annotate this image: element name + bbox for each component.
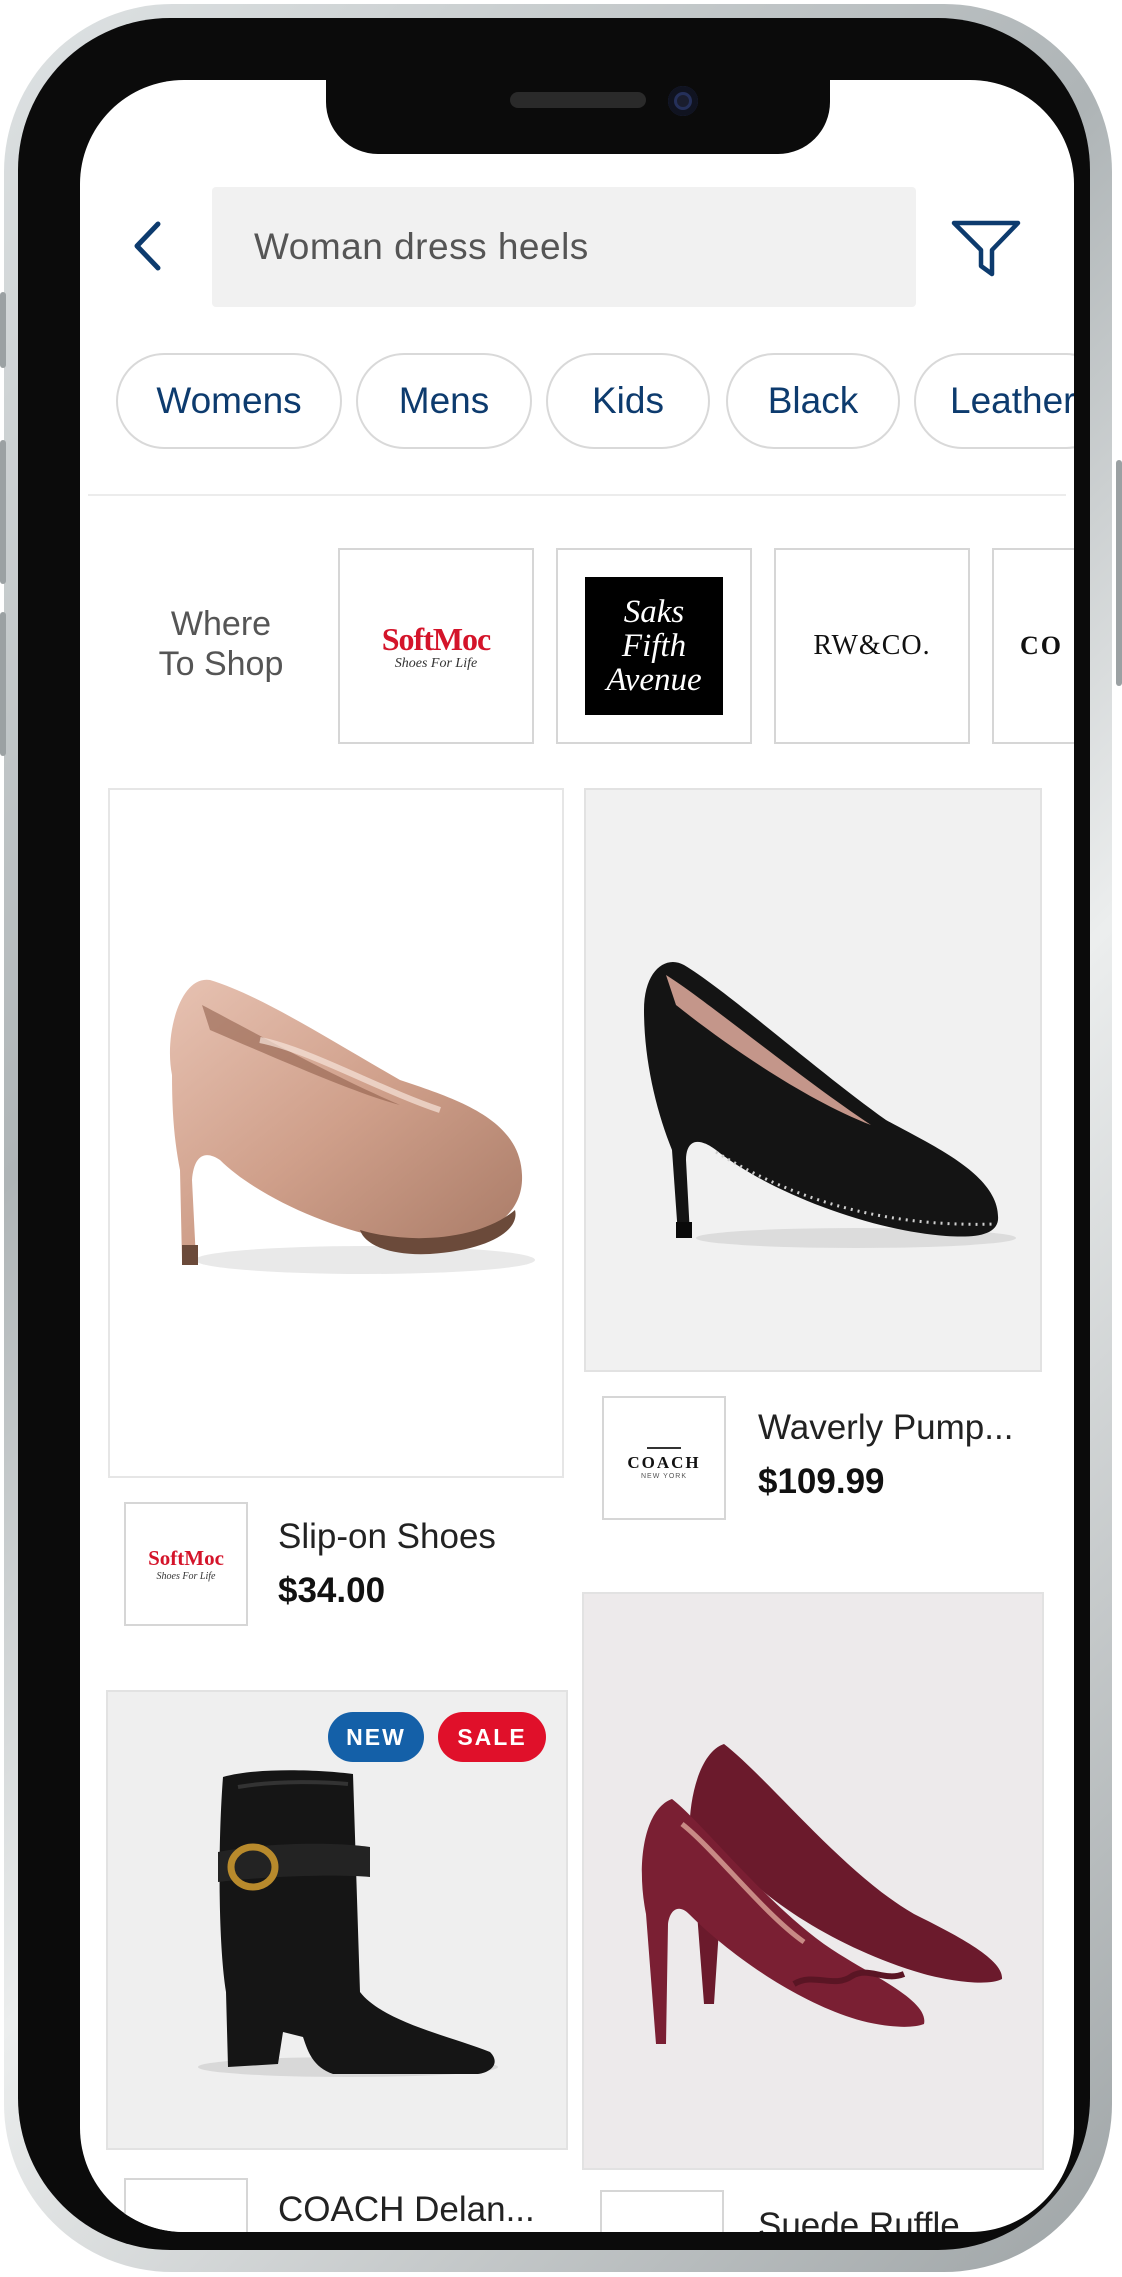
softmoc-wordmark: SoftMoc [381, 620, 492, 657]
coach-logo: COACH NEW YORK [627, 1437, 700, 1480]
store-saks[interactable]: Saks Fifth Avenue [556, 548, 752, 744]
product-store-logo [600, 2190, 724, 2232]
where-to-shop-line1: Where [170, 605, 272, 643]
coach-horse-carriage-icon [647, 1437, 681, 1449]
silent-switch [0, 292, 6, 368]
nude-pump-image [169, 979, 535, 1274]
power-button [1116, 460, 1122, 686]
product-price: $109.99 [758, 1462, 885, 1501]
product-store-logo-coach [124, 2178, 248, 2232]
rwco-logo: RW&CO. [813, 630, 931, 661]
chip-kids[interactable]: Kids [546, 353, 710, 449]
back-button[interactable] [122, 218, 172, 274]
saks-line1: Saks [623, 594, 685, 630]
chip-leather[interactable]: Leather [914, 353, 1074, 449]
phone-bezel: Woman dress heels Womens Mens Kids Black… [18, 18, 1090, 2250]
chip-womens[interactable]: Womens [116, 353, 342, 449]
softmoc-logo: SoftMoc Shoes For Life [381, 620, 492, 672]
product-name[interactable]: Slip-on Shoes [278, 1517, 496, 1557]
saks-logo: Saks Fifth Avenue [585, 577, 723, 715]
mini-coach-sub: NEW YORK [641, 1472, 687, 1480]
product-name[interactable]: COACH Delan... [278, 2190, 535, 2230]
search-query: Woman dress heels [254, 226, 589, 267]
product-name[interactable]: Suede Ruffle... [758, 2206, 989, 2232]
front-camera [668, 86, 698, 116]
product-store-logo-coach: COACH NEW YORK [602, 1396, 726, 1520]
filter-button[interactable] [946, 208, 1026, 288]
burgundy-pumps-image [641, 1744, 1003, 2044]
where-to-shop-line2: To Shop [158, 645, 284, 683]
saks-line3: Avenue [606, 662, 702, 698]
where-to-shop-label: Where To Shop [136, 604, 306, 684]
filter-icon [951, 220, 1021, 277]
product-name[interactable]: Waverly Pump... [758, 1408, 1013, 1448]
sale-badge: SALE [438, 1712, 546, 1762]
black-pump-image [644, 962, 1016, 1248]
mini-softmoc-tagline: Shoes For Life [156, 1571, 216, 1582]
screen: Woman dress heels Womens Mens Kids Black… [80, 80, 1074, 2232]
chip-black[interactable]: Black [726, 353, 900, 449]
store-coach[interactable]: CO [992, 548, 1074, 744]
product-image-slip-on-shoes[interactable] [108, 788, 564, 1478]
divider [88, 494, 1066, 496]
coach-logo-partial: CO [1020, 631, 1063, 660]
notch [326, 80, 830, 154]
mini-softmoc-wordmark: SoftMoc [148, 1546, 224, 1570]
product-image-waverly-pump[interactable] [584, 788, 1042, 1372]
chevron-left-icon [134, 221, 161, 271]
store-softmoc[interactable]: SoftMoc Shoes For Life [338, 548, 534, 744]
filter-chips: Womens Mens Kids Black Leather [116, 353, 1074, 453]
softmoc-tagline: Shoes For Life [394, 655, 478, 671]
product-image-suede-ruffle[interactable] [582, 1592, 1044, 2170]
new-badge: NEW [328, 1712, 424, 1762]
volume-up-button [0, 440, 6, 584]
chip-mens[interactable]: Mens [356, 353, 532, 449]
volume-down-button [0, 612, 6, 756]
earpiece-speaker [510, 92, 646, 108]
product-price: $34.00 [278, 1571, 386, 1610]
product-store-logo-softmoc: SoftMoc Shoes For Life [124, 1502, 248, 1626]
saks-line2: Fifth [621, 628, 687, 664]
mini-coach-wordmark: COACH [627, 1452, 701, 1472]
search-input[interactable]: Woman dress heels [212, 187, 916, 307]
store-rwco[interactable]: RW&CO. [774, 548, 970, 744]
